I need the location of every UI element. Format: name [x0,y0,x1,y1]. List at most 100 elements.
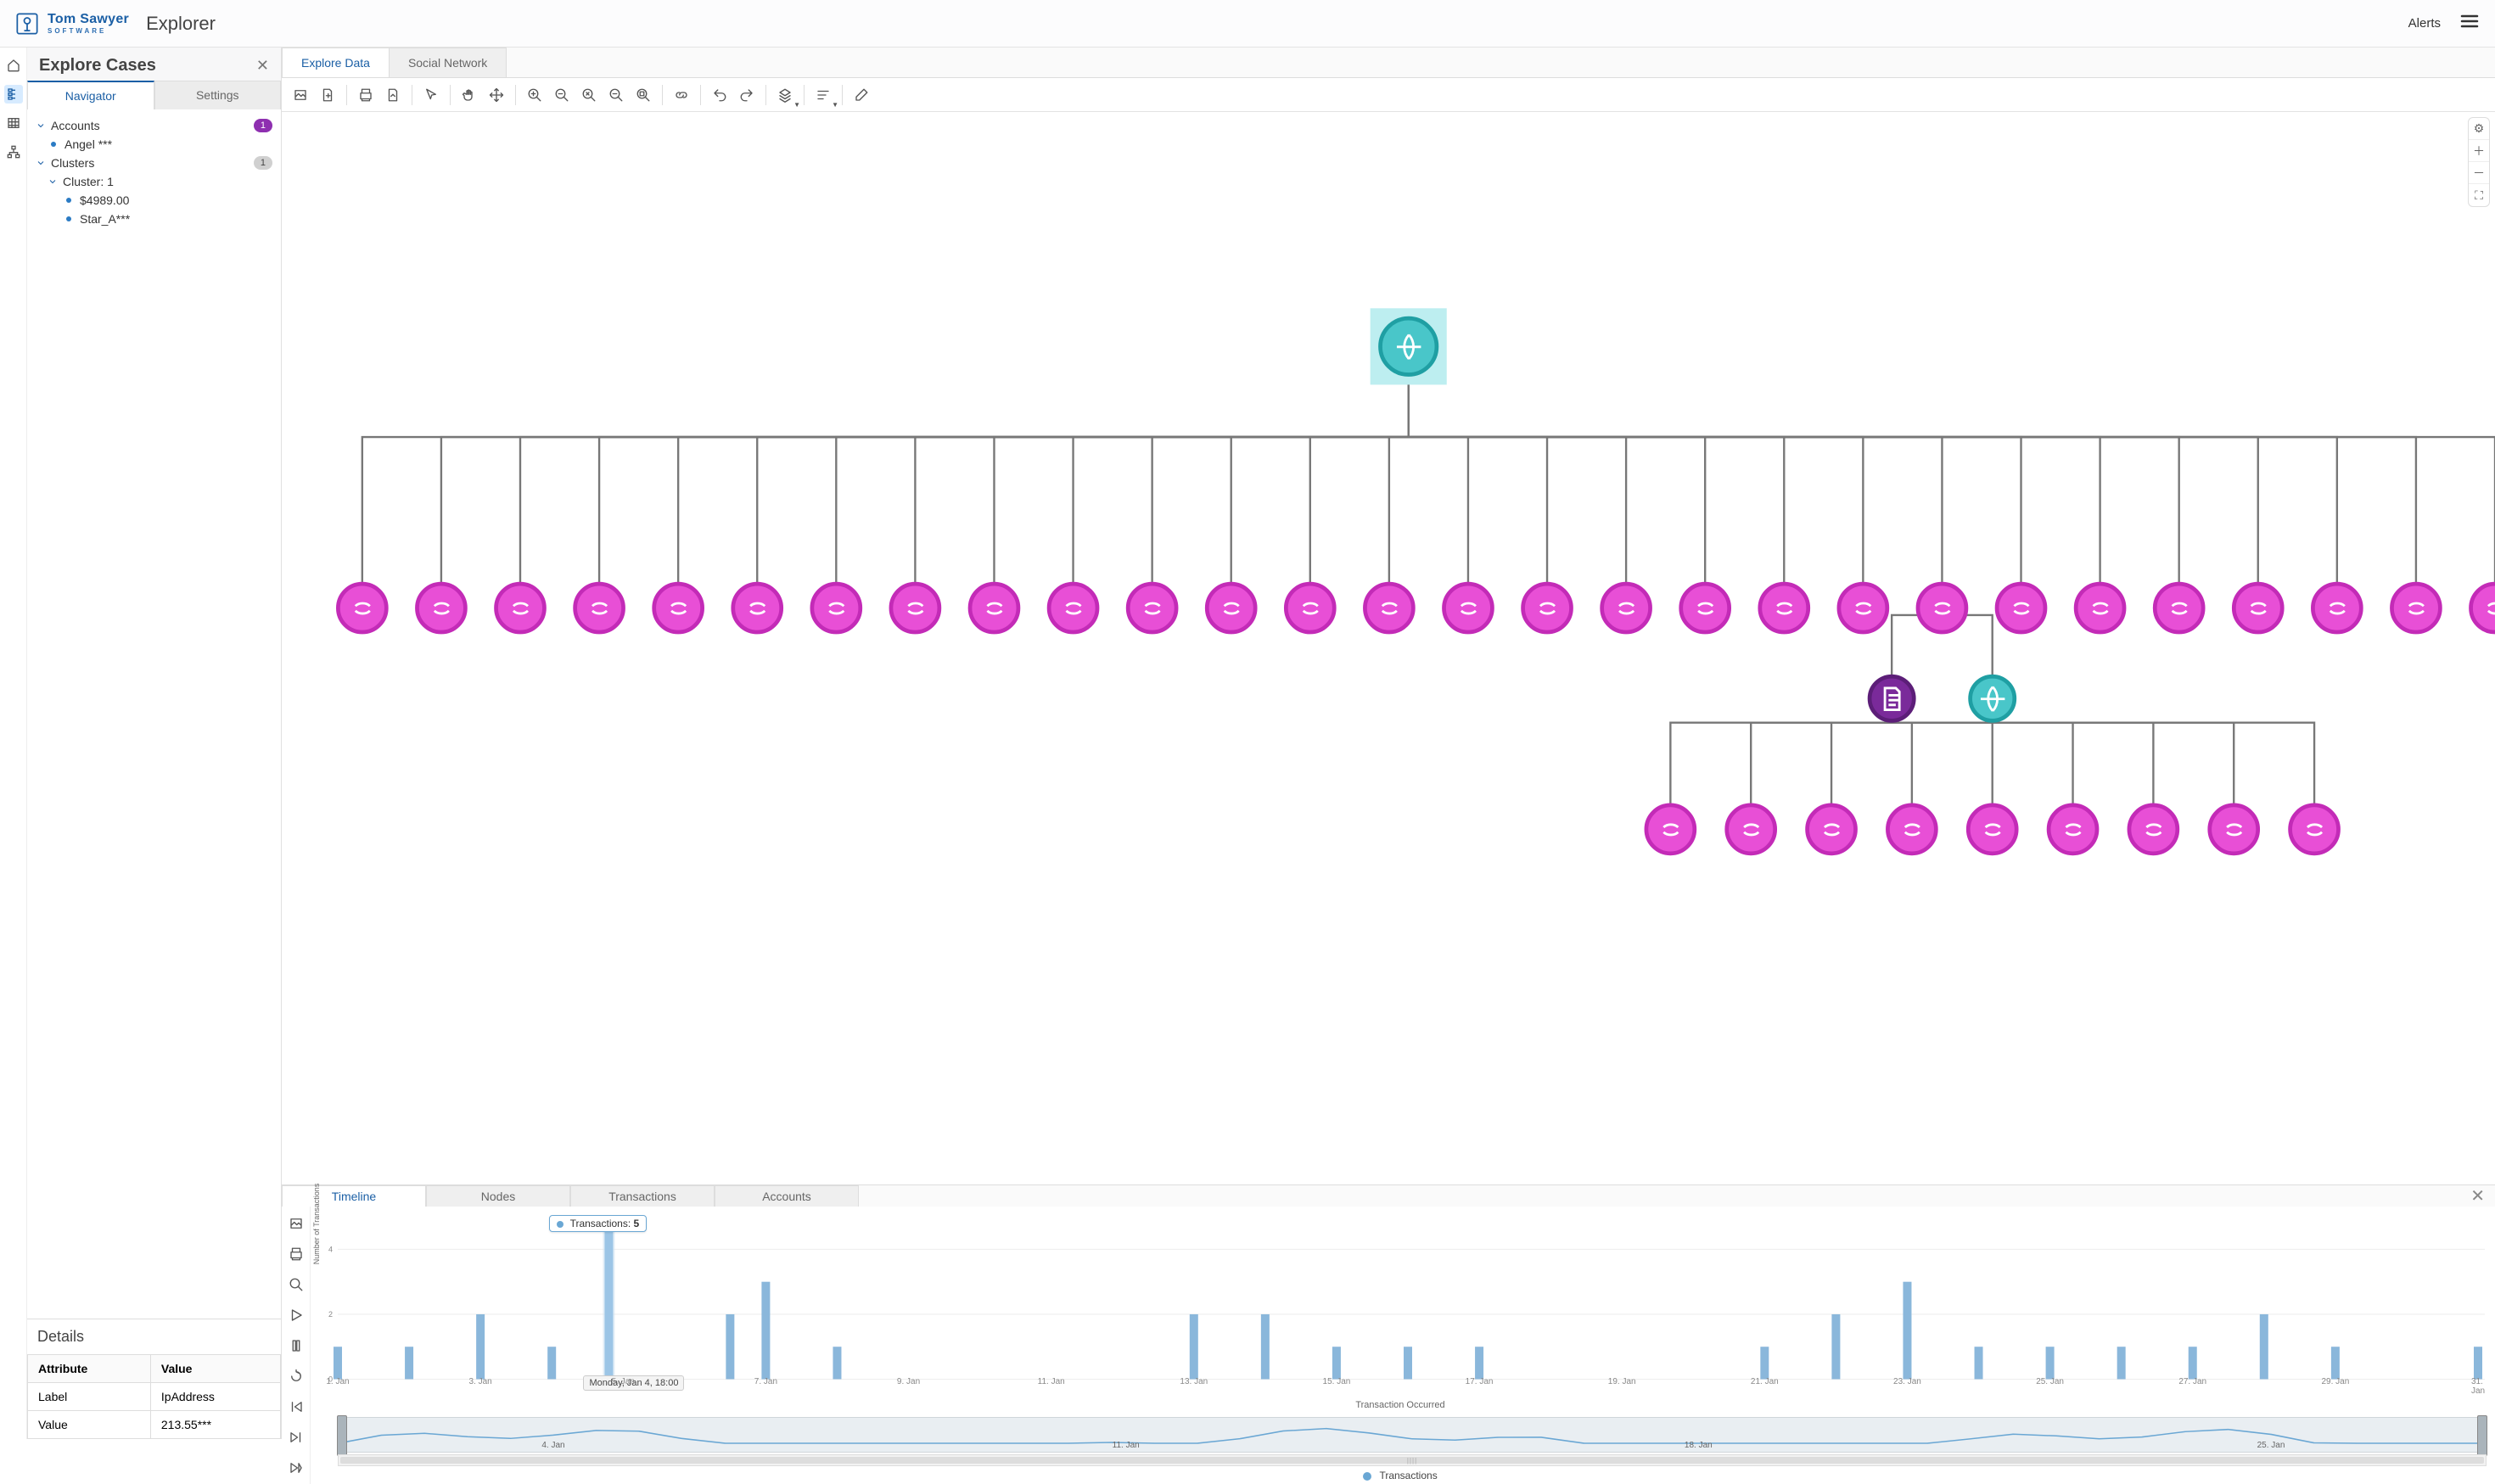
tree-label: Star_A*** [80,212,130,226]
hand-icon[interactable] [457,83,481,107]
topbar: Tom Sawyer SOFTWARE Explorer Alerts [0,0,2495,48]
canvas-pan-icon[interactable]: ⚙ [2469,118,2489,140]
canvas-zoom-in-icon[interactable]: ＋ [2469,140,2489,162]
print-preview-icon[interactable] [381,83,405,107]
chart-tooltip: Transactions: 5 [549,1215,647,1232]
rail-org-icon[interactable] [4,143,23,161]
tree-item[interactable]: $4989.00 [32,191,276,210]
image-export-icon[interactable] [284,1212,308,1235]
chart-tick: 17. Jan [1466,1377,1494,1386]
chart-tick: 23. Jan [1893,1377,1921,1386]
step-end-icon[interactable] [284,1456,308,1480]
tree-badge: 1 [254,156,272,170]
details-col-attr: Attribute [28,1355,151,1383]
redo-icon[interactable] [735,83,759,107]
chart-tick: 27. Jan [2178,1377,2206,1386]
sidebar-tab-settings[interactable]: Settings [154,81,282,109]
move-icon[interactable] [485,83,508,107]
link-icon[interactable] [670,83,693,107]
print-icon[interactable] [354,83,378,107]
details-table: Attribute Value LabelIpAddressValue213.5… [27,1354,281,1439]
add-page-icon[interactable] [316,83,339,107]
tree-group[interactable]: Cluster: 1 [32,172,276,191]
bottom-close-icon[interactable]: ✕ [2460,1185,2495,1207]
tree-label: Clusters [51,156,94,170]
bottom-tab-accounts[interactable]: Accounts [715,1185,859,1207]
zoom-icon[interactable] [284,1273,308,1296]
pause-icon[interactable] [284,1334,308,1358]
zoom-fit-icon[interactable] [631,83,655,107]
bottom-tab-transactions[interactable]: Transactions [570,1185,715,1207]
brush-tick: 18. Jan [1685,1441,1713,1450]
bottom-tab-timeline[interactable]: Timeline [282,1185,426,1207]
layout-icon[interactable]: ▼ [773,83,797,107]
workspace-tab-social-network[interactable]: Social Network [389,48,507,77]
svg-text:4: 4 [328,1245,333,1253]
rail-home-icon[interactable] [4,56,23,75]
table-row: Value213.55*** [28,1411,281,1439]
print-icon[interactable] [284,1242,308,1266]
sidebar-title: Explore Cases [39,56,156,76]
image-export-icon[interactable] [289,83,312,107]
canvas-fit-icon[interactable]: ⛶ [2469,184,2489,206]
legend-dot-icon [1363,1472,1371,1481]
chart-tick: 1. Jan [326,1377,349,1386]
tree-group[interactable]: Accounts1 [32,116,276,135]
rail-tree-icon[interactable] [4,85,23,104]
eraser-icon[interactable] [849,83,873,107]
workspace: Explore DataSocial Network ▼ ▼ ⚙ ＋ － ⛶ Ti… [282,48,2495,1439]
brush-handle-left[interactable] [337,1415,347,1456]
hamburger-icon[interactable] [2459,11,2480,36]
step-fwd-icon[interactable] [284,1425,308,1449]
canvas-controls: ⚙ ＋ － ⛶ [2468,117,2490,207]
chart-tick: 11. Jan [1038,1377,1065,1386]
undo-icon[interactable] [708,83,732,107]
graph-canvas[interactable]: ⚙ ＋ － ⛶ [282,112,2495,1184]
brush-tick: 11. Jan [1113,1441,1140,1450]
tree-item[interactable]: Star_A*** [32,210,276,228]
play-icon[interactable] [284,1303,308,1327]
chart-tick: 7. Jan [754,1377,777,1386]
navigator-tree[interactable]: Accounts1Angel *** Clusters 1 Cluster: 1$49… [27,109,281,1319]
timeline-rail [282,1207,311,1484]
details-col-val: Value [150,1355,280,1383]
zoom-in-icon[interactable] [523,83,547,107]
tree-item[interactable]: Angel *** [32,135,276,154]
bottom-tabs: TimelineNodesTransactionsAccounts ✕ [282,1185,2495,1207]
alerts-link[interactable]: Alerts [2408,16,2441,31]
chart-tick: 29. Jan [2321,1377,2349,1386]
table-row: LabelIpAddress [28,1383,281,1411]
style-icon[interactable]: ▼ [811,83,835,107]
zoom-area-out-icon[interactable] [604,83,628,107]
details-panel: Details Attribute Value LabelIpAddressVa… [27,1319,281,1439]
legend-label: Transactions [1379,1470,1437,1481]
sidebar-tab-navigator[interactable]: Navigator [27,81,154,109]
reset-icon[interactable] [284,1364,308,1388]
sidebar-close-icon[interactable]: ✕ [256,57,269,75]
left-rail [0,48,27,1439]
zoom-out-icon[interactable] [550,83,574,107]
step-back-icon[interactable] [284,1395,308,1419]
sidebar-tabs: NavigatorSettings [27,81,281,109]
bullet-icon [51,142,56,147]
timeline-scrollbar[interactable]: |||| [338,1454,2487,1466]
chart-tick: 5. Jan [612,1377,635,1386]
brush-handle-right[interactable] [2477,1415,2487,1456]
brand-logo: Tom Sawyer SOFTWARE [15,12,129,36]
timeline-chart[interactable]: Number of Transactions 024 Transactions:… [311,1207,2495,1484]
tooltip-value: 5 [634,1218,640,1229]
bottom-tab-nodes[interactable]: Nodes [426,1185,570,1207]
zoom-default-icon[interactable] [577,83,601,107]
tooltip-dot-icon [557,1221,563,1228]
chart-tick: 25. Jan [2036,1377,2064,1386]
tree-label: Accounts [51,119,100,132]
rail-table-icon[interactable] [4,114,23,132]
pointer-icon[interactable] [419,83,443,107]
bottom-panel: TimelineNodesTransactionsAccounts✕ Numbe… [282,1184,2495,1439]
tree-group[interactable]: Clusters 1 [32,154,276,172]
canvas-zoom-out-icon[interactable]: － [2469,162,2489,184]
chart-tick: 9. Jan [897,1377,920,1386]
brush-tick: 25. Jan [2257,1441,2285,1450]
workspace-tab-explore-data[interactable]: Explore Data [282,48,390,77]
timeline-brush[interactable]: 4. Jan11. Jan18. Jan25. Jan [338,1417,2487,1453]
